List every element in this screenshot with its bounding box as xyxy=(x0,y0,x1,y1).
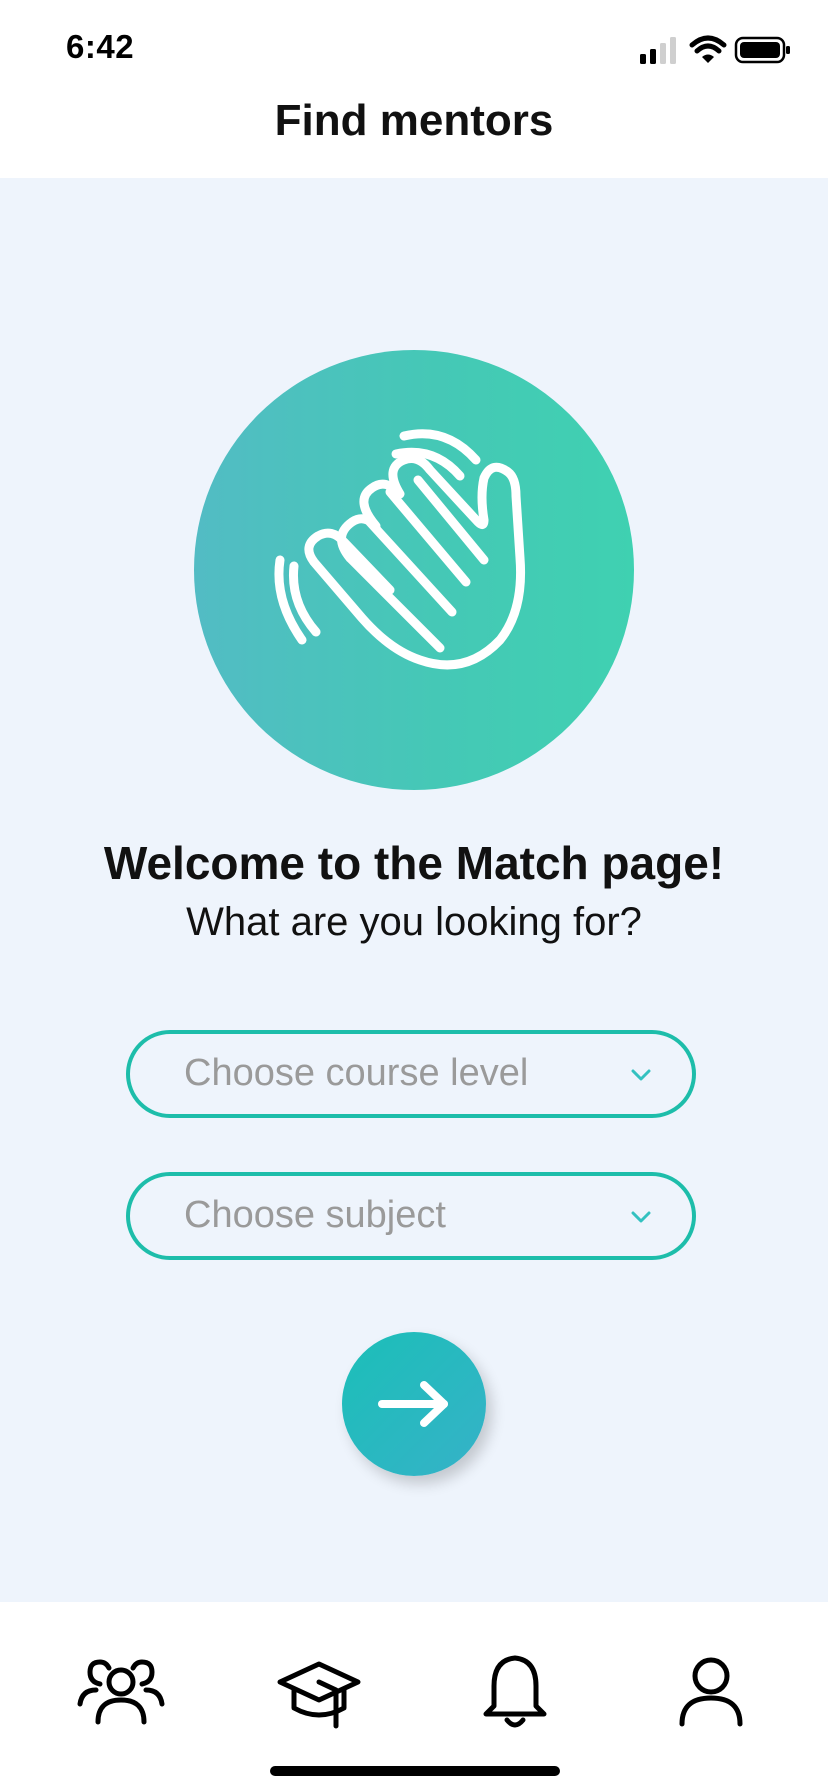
tab-courses[interactable] xyxy=(274,1652,364,1732)
tab-mentors[interactable] xyxy=(76,1652,166,1732)
subject-placeholder: Choose subject xyxy=(184,1194,446,1236)
status-icons xyxy=(622,34,792,68)
cellular-signal-icon xyxy=(640,37,676,64)
welcome-subtitle: What are you looking for? xyxy=(186,900,642,944)
match-screen: 6:42 Find mentors Welcome to the Match p… xyxy=(0,0,828,1792)
welcome-title: Welcome to the Match page! xyxy=(103,837,725,889)
next-button[interactable] xyxy=(342,1332,486,1476)
bell-icon xyxy=(483,1655,547,1728)
chevron-down-icon xyxy=(631,1069,651,1081)
waving-hand-icon xyxy=(274,429,526,670)
tab-notifications[interactable] xyxy=(470,1652,560,1732)
chevron-down-icon xyxy=(631,1211,651,1223)
hero-circle xyxy=(194,350,634,790)
subject-select[interactable]: Choose subject xyxy=(126,1172,696,1260)
wifi-icon xyxy=(689,35,727,63)
graduation-cap-icon xyxy=(277,1661,361,1729)
home-indicator xyxy=(270,1766,560,1776)
tab-bar xyxy=(0,1602,828,1792)
tab-profile[interactable] xyxy=(666,1652,756,1732)
status-bar: 6:42 xyxy=(0,0,828,90)
page-title: Find mentors xyxy=(274,96,554,145)
people-icon xyxy=(77,1659,165,1725)
course-level-select[interactable]: Choose course level xyxy=(126,1030,696,1118)
battery-icon xyxy=(734,36,790,64)
match-content: Welcome to the Match page! What are you … xyxy=(0,178,828,1602)
course-level-placeholder: Choose course level xyxy=(184,1052,529,1094)
arrow-right-icon xyxy=(378,1381,448,1427)
nav-header: Find mentors xyxy=(0,90,828,178)
user-icon xyxy=(679,1657,743,1727)
status-time: 6:42 xyxy=(66,28,135,65)
